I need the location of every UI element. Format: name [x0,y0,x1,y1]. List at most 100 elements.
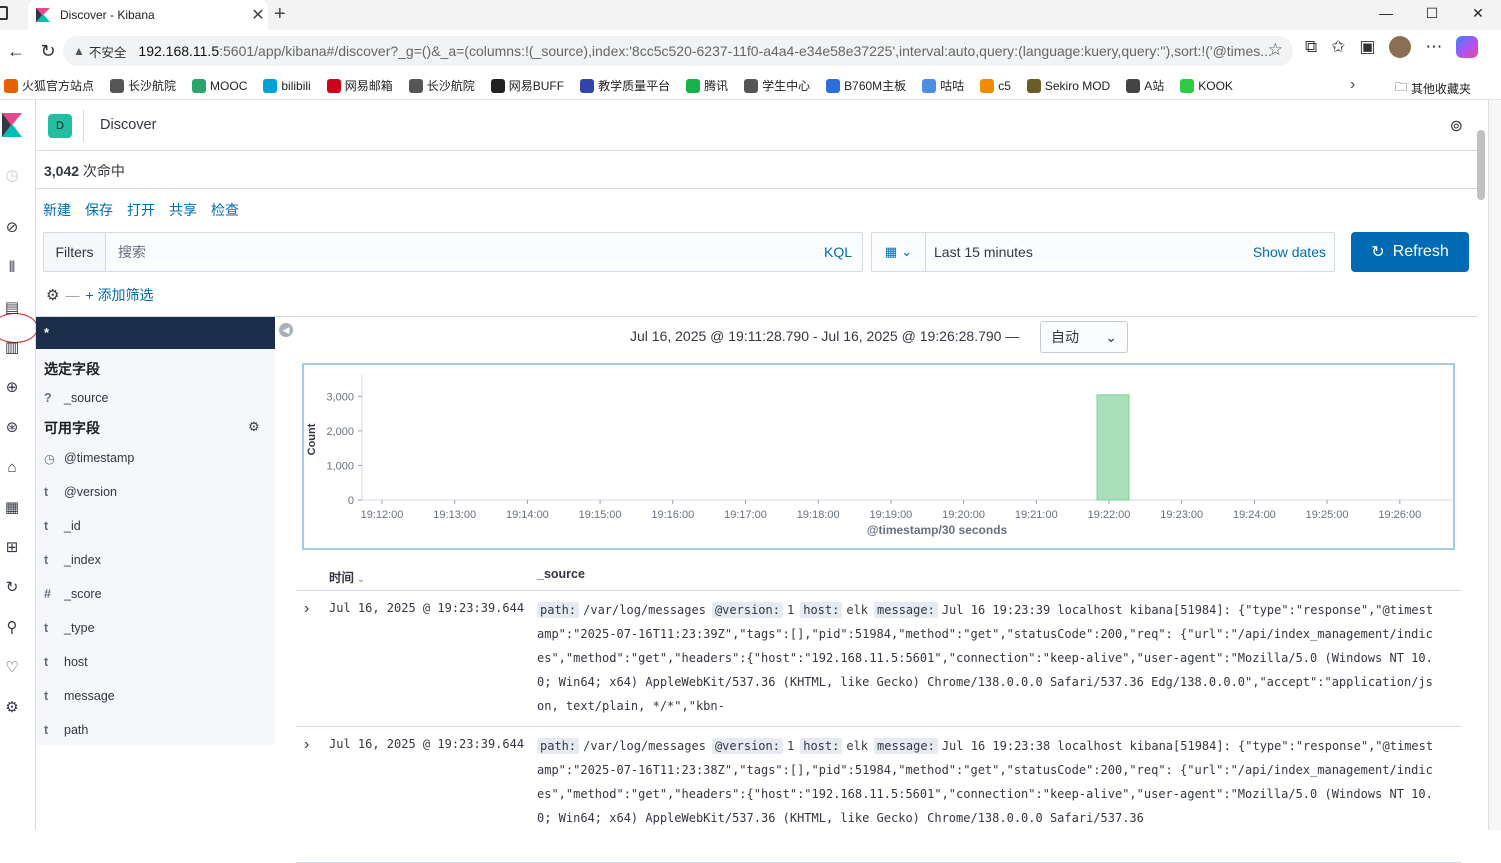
field-item[interactable]: t host [44,655,88,669]
inspect-button[interactable]: 检查 [211,200,239,220]
field-filter-gear-icon[interactable]: ⚙ [248,419,260,435]
bookmark-favicon-icon [490,78,505,93]
column-header-time[interactable]: 时间 ⌄ [329,567,365,586]
bookmark-item[interactable]: 长沙航院 [408,77,475,94]
field-item[interactable]: t _id [44,519,81,533]
field-item[interactable]: t _index [44,553,101,567]
bookmark-favicon-icon [980,78,995,93]
url-bar[interactable]: ▲ 不安全 192.168.11.5 :5601/app/kibana#/dis… [63,36,1293,66]
field-item[interactable]: t message [44,689,115,703]
space-avatar[interactable]: D [48,114,72,138]
share-button[interactable]: 共享 [169,200,197,220]
other-bookmarks-label: 其他收藏夹 [1411,82,1472,96]
available-fields-title: 可用字段 [44,420,100,436]
bookmark-item[interactable]: 腾讯 [686,77,728,94]
favorite-star-icon[interactable]: ☆ [1268,40,1283,60]
interval-select[interactable]: 自动 ⌄ [1040,321,1128,353]
field-item[interactable]: # _score [44,587,102,601]
bookmark-item[interactable]: 火狐官方站点 [4,77,94,94]
breadcrumb-discover[interactable]: Discover [100,117,156,133]
refresh-icon: ↻ [1371,244,1385,261]
show-dates-link[interactable]: Show dates [1253,244,1334,260]
source-value: /var/log/messages [583,739,706,753]
help-icon[interactable]: ⊚ [1450,116,1463,136]
quick-menu-button[interactable]: ▦ ⌄ [872,233,926,271]
dashboard-icon[interactable]: ▤ [2,298,22,318]
maps-icon[interactable]: ⊕ [2,378,22,398]
histogram-bar[interactable] [1096,394,1130,501]
x-tick-label: 19:17:00 [724,509,767,521]
page-scrollbar[interactable] [1477,130,1485,200]
bookmark-item[interactable]: Sekiro MOD [1026,78,1110,93]
bookmarks-overflow-icon[interactable]: › [1350,76,1355,94]
insecure-label[interactable]: 不安全 [89,42,127,61]
x-tick-label: 19:14:00 [506,509,549,521]
infrastructure-icon[interactable]: ⌂ [2,458,22,478]
extensions-icon[interactable]: ⧉ [1305,37,1317,57]
bookmark-item[interactable]: A站 [1126,77,1164,94]
bookmark-item[interactable]: 咕咕 [922,77,964,94]
profile-avatar[interactable] [1389,36,1412,58]
x-tick-label: 19:16:00 [651,509,694,521]
date-range-text[interactable]: Last 15 minutes [926,244,1253,260]
uptime-icon[interactable]: ↻ [2,578,22,598]
apm-icon[interactable]: ⊞ [2,538,22,558]
canvas-icon[interactable]: ▥ [2,338,22,358]
recently-viewed-icon[interactable]: ◷ [2,166,22,186]
url-host: 192.168.11.5 [138,43,220,59]
add-filter-link[interactable]: + 添加筛选 [85,285,153,305]
field-item[interactable]: ◷ @timestamp [44,451,134,466]
new-button[interactable]: 新建 [43,200,71,220]
machine-learning-icon[interactable]: ⊛ [2,418,22,438]
more-menu-icon[interactable]: ⋯ [1425,37,1442,57]
bookmark-item[interactable]: 长沙航院 [110,77,176,94]
kql-toggle[interactable]: KQL [824,244,862,260]
dev-tools-icon[interactable]: ⚲ [2,618,22,638]
bookmark-item[interactable]: MOOC [192,78,247,93]
bookmark-item[interactable]: 网易BUFF [490,77,564,94]
filter-settings-gear-icon[interactable]: ⚙ [46,286,59,304]
collections-icon[interactable]: ▣ [1359,37,1375,57]
close-window-button[interactable]: ✕ [1455,0,1501,30]
bookmark-item[interactable]: KOOK [1180,78,1233,93]
row-expand-icon[interactable]: › [304,600,309,618]
favorites-icon[interactable]: ✩ [1331,37,1345,57]
sort-icon[interactable]: ⌄ [354,574,365,585]
visualize-icon[interactable]: ⫴ [2,258,22,278]
other-bookmarks[interactable]: 🗀 其他收藏夹 [1395,78,1471,99]
field-item[interactable]: t @version [44,485,117,499]
refresh-button[interactable]: ↻ Refresh [1351,232,1469,272]
back-button[interactable]: ← [0,41,32,62]
field-item[interactable]: t path [44,723,88,737]
interval-value: 自动 [1051,329,1079,345]
open-button[interactable]: 打开 [127,200,155,220]
collapse-sidebar-icon[interactable]: ◀ [279,323,293,337]
bookmark-item[interactable]: c5 [980,78,1011,93]
index-pattern-selector[interactable]: * [36,317,275,349]
bookmark-item[interactable]: bilibili [263,78,311,93]
copilot-icon[interactable] [1456,36,1479,58]
tab-close-icon[interactable]: ✕ [248,5,268,25]
reload-button[interactable]: ↻ [32,41,64,62]
field-item[interactable]: ? _source [44,391,108,405]
tab-actions-icon[interactable] [0,6,8,20]
maximize-button[interactable]: ☐ [1409,0,1455,30]
discover-compass-icon[interactable]: ⊘ [2,218,22,238]
row-expand-icon[interactable]: › [304,736,309,754]
logs-icon[interactable]: ▦ [2,498,22,518]
minimize-button[interactable]: — [1363,0,1409,30]
bookmark-item[interactable]: B760M主板 [826,77,906,94]
histogram-svg[interactable]: 0 1,000 2,000 3,000 19:12:00 19:13:00 19:14:00… [304,365,1453,548]
field-item[interactable]: t _type [44,621,95,635]
kibana-home-logo-icon[interactable] [2,113,22,137]
save-button[interactable]: 保存 [85,200,113,220]
bookmark-item[interactable]: 学生中心 [744,77,810,94]
bookmark-item[interactable]: 网易邮箱 [326,77,393,94]
bookmark-favicon-icon [4,78,18,93]
new-tab-button[interactable]: + [274,3,286,26]
search-input[interactable] [106,244,824,260]
browser-tab[interactable]: Discover - Kibana ✕ [28,0,268,30]
bookmark-item[interactable]: 教学质量平台 [580,77,670,94]
monitoring-icon[interactable]: ♡ [2,658,22,678]
management-gear-icon[interactable]: ⚙ [2,698,22,718]
